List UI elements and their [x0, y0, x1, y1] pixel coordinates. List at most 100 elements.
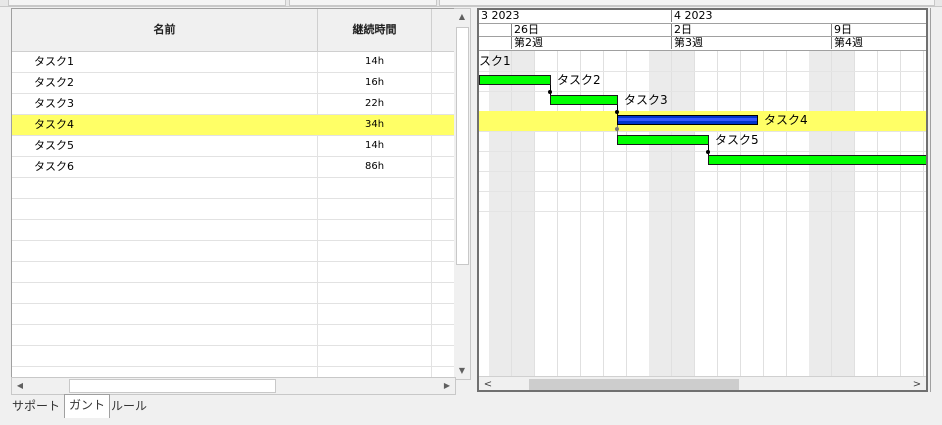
task-duration-cell: 14h: [364, 56, 385, 67]
empty-row[interactable]: [12, 283, 455, 304]
top-tab-stub: [8, 0, 286, 6]
task-bar-selected[interactable]: [617, 115, 758, 125]
scroll-right-arrow-icon[interactable]: ▶: [439, 378, 455, 394]
empty-row[interactable]: [12, 304, 455, 325]
task-grid: 名前 継続時間 タスク1 14h タスク2 16h タスク3 22h タスク4 …: [11, 8, 456, 380]
table-row[interactable]: タスク3 22h: [12, 94, 455, 115]
table-row[interactable]: タスク6 86h: [12, 157, 455, 178]
task-duration-cell: 86h: [364, 161, 385, 172]
grid-vertical-scrollbar[interactable]: ▲ ▼: [454, 8, 471, 380]
tab-support[interactable]: サポート: [8, 396, 64, 417]
top-tab-stub: [289, 0, 437, 6]
row-gridline: [479, 131, 926, 132]
row-gridline: [479, 151, 926, 152]
scroll-down-arrow-icon[interactable]: ▼: [454, 363, 470, 379]
empty-row[interactable]: [12, 262, 455, 283]
top-tab-stub: [439, 0, 935, 6]
dependency-arrow-icon: [706, 150, 710, 154]
row-gridline: [479, 91, 926, 92]
task-bar-label: タスク3: [624, 93, 668, 107]
day-gridline: [511, 51, 512, 381]
task-bar-label: タスク4: [764, 113, 808, 127]
day-gridline: [900, 51, 901, 381]
task-name-cell: タスク1: [34, 55, 74, 68]
day-gridline: [740, 51, 741, 381]
gantt-horizontal-scrollbar[interactable]: < >: [479, 376, 926, 390]
column-header-name[interactable]: 名前: [12, 9, 318, 51]
dependency-arrow-icon: [615, 110, 619, 114]
task-duration-cell: 14h: [364, 140, 385, 151]
day-gridline: [786, 51, 787, 381]
task-name-cell: タスク6: [34, 160, 74, 173]
task-duration-cell: 22h: [364, 98, 385, 109]
dependency-arrow-icon: [548, 90, 552, 94]
task-bar[interactable]: [550, 95, 618, 105]
scroll-up-arrow-icon[interactable]: ▲: [454, 9, 470, 25]
scroll-left-arrow-icon[interactable]: <: [481, 377, 495, 390]
empty-row[interactable]: [12, 199, 455, 220]
timeline-week-row: 第2週 第3週 第4週: [479, 37, 926, 51]
timeline-month-row: 3 2023 4 2023: [479, 10, 926, 24]
row-gridline: [479, 171, 926, 172]
task-bar-label: タスク5: [715, 133, 759, 147]
weekend-shade: [672, 51, 694, 381]
task-name-cell: タスク2: [34, 76, 74, 89]
scroll-thumb[interactable]: [69, 379, 276, 393]
table-row[interactable]: タスク5 14h: [12, 136, 455, 157]
tab-rules[interactable]: ルール: [107, 396, 151, 417]
month-label: 4 2023: [671, 10, 713, 22]
row-gridline: [479, 211, 926, 212]
task-name-cell: タスク5: [34, 139, 74, 152]
day-label: 2日: [671, 24, 692, 36]
scroll-thumb[interactable]: [529, 379, 739, 390]
task-bar-label: スク1: [479, 54, 511, 68]
task-duration-cell: 34h: [364, 119, 385, 130]
day-gridline: [854, 51, 855, 381]
grid-header: 名前 継続時間: [12, 9, 455, 52]
grid-horizontal-scrollbar[interactable]: ◀ ▶: [11, 377, 456, 395]
table-row[interactable]: タスク1 14h: [12, 52, 455, 73]
day-gridline: [534, 51, 535, 381]
week-label: 第2週: [511, 37, 543, 49]
task-name-cell: タスク4: [34, 118, 74, 131]
empty-row[interactable]: [12, 346, 455, 367]
day-label: 26日: [511, 24, 539, 36]
top-strip: [0, 0, 942, 7]
column-header-duration[interactable]: 継続時間: [318, 9, 432, 51]
table-row-selected[interactable]: タスク4 34h: [12, 115, 455, 136]
task-duration-cell: 16h: [364, 77, 385, 88]
row-gridline: [479, 191, 926, 192]
task-name-cell: タスク3: [34, 97, 74, 110]
table-row[interactable]: タスク2 16h: [12, 73, 455, 94]
dependency-arrow-icon: [615, 127, 619, 131]
weekend-shade: [512, 51, 534, 381]
empty-row[interactable]: [12, 220, 455, 241]
gantt-chart[interactable]: 3 2023 4 2023 26日 2日 9日 第2週 第3週 第4週 スク1 …: [477, 8, 928, 392]
month-label: 3 2023: [481, 9, 520, 22]
task-bar[interactable]: [708, 155, 926, 165]
weekend-shade: [832, 51, 854, 381]
week-label: 第3週: [671, 37, 703, 49]
row-gridline: [479, 71, 926, 72]
weekend-shade: [809, 51, 831, 381]
weekend-shade: [489, 51, 511, 381]
empty-row[interactable]: [12, 325, 455, 346]
scroll-right-arrow-icon[interactable]: >: [910, 377, 924, 390]
day-gridline: [763, 51, 764, 381]
week-label: 第4週: [831, 37, 863, 49]
task-bar-label: タスク2: [557, 73, 601, 87]
day-gridline: [671, 51, 672, 381]
task-bar[interactable]: [479, 75, 551, 85]
day-gridline: [877, 51, 878, 381]
task-bar[interactable]: [617, 135, 709, 145]
grid-body: タスク1 14h タスク2 16h タスク3 22h タスク4 34h タスク5…: [12, 52, 455, 379]
scroll-thumb[interactable]: [456, 27, 469, 265]
scroll-left-arrow-icon[interactable]: ◀: [12, 378, 28, 394]
tab-gantt[interactable]: ガント: [64, 394, 111, 418]
empty-row[interactable]: [12, 241, 455, 262]
day-gridline: [831, 51, 832, 381]
empty-row[interactable]: [12, 178, 455, 199]
day-gridline: [923, 51, 924, 381]
right-frame: [930, 8, 942, 392]
day-gridline: [717, 51, 718, 381]
